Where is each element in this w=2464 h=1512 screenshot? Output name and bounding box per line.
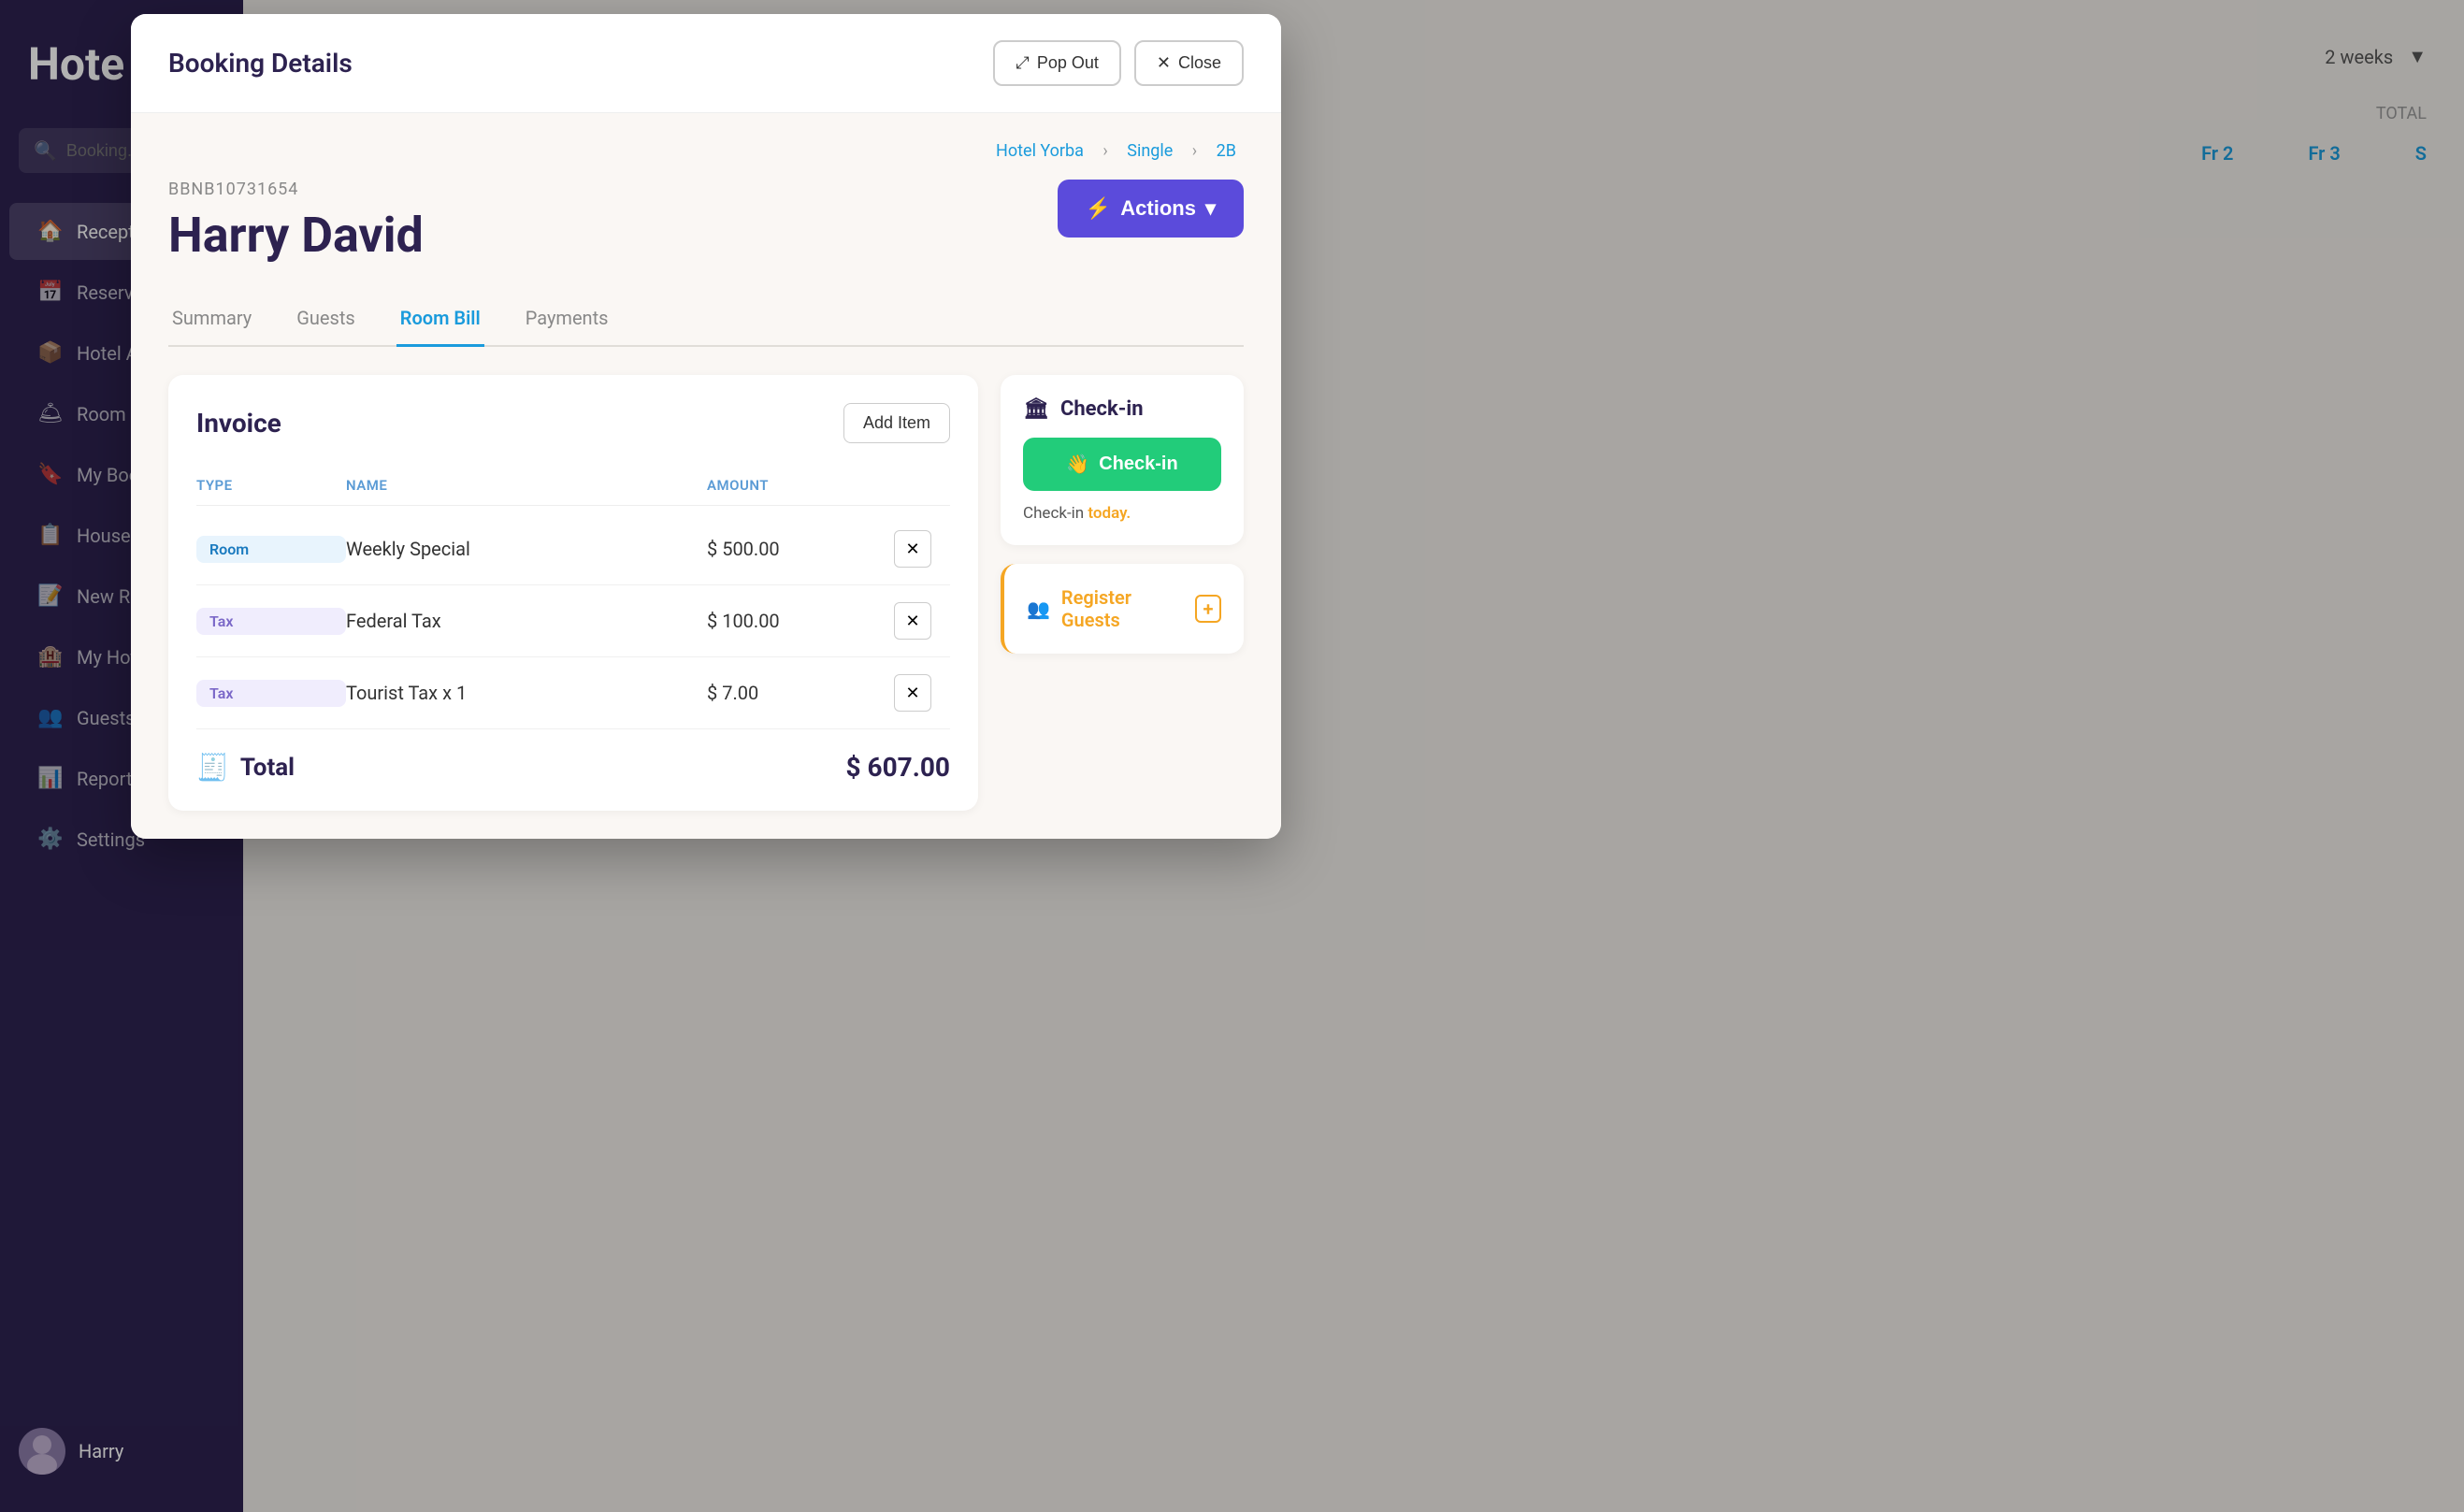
pop-out-icon: ⤢ <box>1016 53 1029 73</box>
col-amount: AMOUNT <box>707 477 894 494</box>
register-guests-card[interactable]: 👥 Register Guests + <box>1001 564 1244 654</box>
item-amount: $ 7.00 <box>707 682 894 704</box>
dropdown-icon: ▾ <box>1205 196 1216 221</box>
breadcrumb-sep2: › <box>1192 141 1202 161</box>
type-badge-tax: Tax <box>196 608 346 635</box>
col-action <box>894 477 950 494</box>
lightning-icon: ⚡ <box>1086 196 1111 221</box>
booking-name: Harry David <box>168 207 424 264</box>
invoice-table-header: TYPE NAME AMOUNT <box>196 466 950 506</box>
invoice-table: TYPE NAME AMOUNT Room Weekly Special $ 5… <box>196 466 950 783</box>
modal-body: Hotel Yorba › Single › 2B BBNB10731654 H… <box>131 113 1281 839</box>
modal-header: Booking Details ⤢ Pop Out ✕ Close <box>131 14 1281 113</box>
remove-row-button[interactable]: ✕ <box>894 674 931 712</box>
pop-out-button[interactable]: ⤢ Pop Out <box>993 40 1120 86</box>
total-label: Total <box>240 754 295 782</box>
total-icon: 🧾 <box>196 752 229 783</box>
hand-icon: 👋 <box>1066 453 1089 476</box>
guests-register-icon: 👥 <box>1027 598 1050 620</box>
checkin-button-label: Check-in <box>1099 454 1177 475</box>
invoice-card: Invoice Add Item TYPE NAME AMOUNT Room W… <box>168 375 978 811</box>
item-amount: $ 500.00 <box>707 538 894 560</box>
checkin-today: today. <box>1088 504 1131 523</box>
actions-label: Actions <box>1120 196 1196 221</box>
item-name: Federal Tax <box>346 610 707 632</box>
register-guests-link[interactable]: 👥 Register Guests + <box>1027 586 1221 631</box>
register-label: Register Guests <box>1061 586 1184 631</box>
remove-row-button[interactable]: ✕ <box>894 602 931 640</box>
add-item-button[interactable]: Add Item <box>843 403 950 443</box>
tab-room-bill[interactable]: Room Bill <box>396 292 484 347</box>
remove-row-button[interactable]: ✕ <box>894 530 931 568</box>
register-plus-icon: + <box>1195 595 1221 623</box>
type-badge-tax: Tax <box>196 680 346 707</box>
col-type: TYPE <box>196 477 346 494</box>
booking-id: BBNB10731654 <box>168 180 424 199</box>
tab-guests[interactable]: Guests <box>293 292 358 347</box>
checkin-icon: 🏛 <box>1023 397 1049 421</box>
booking-details-modal: Booking Details ⤢ Pop Out ✕ Close Hotel … <box>131 14 1281 839</box>
col-name: NAME <box>346 477 707 494</box>
tab-summary[interactable]: Summary <box>168 292 255 347</box>
content-row: Invoice Add Item TYPE NAME AMOUNT Room W… <box>168 375 1244 811</box>
item-amount: $ 100.00 <box>707 610 894 632</box>
right-panel: 🏛 Check-in 👋 Check-in Check-in today. 👥 <box>1001 375 1244 811</box>
breadcrumb-hotel[interactable]: Hotel Yorba <box>996 141 1084 161</box>
table-row: Tax Federal Tax $ 100.00 ✕ <box>196 585 950 657</box>
tab-payments[interactable]: Payments <box>522 292 612 347</box>
type-badge-room: Room <box>196 536 346 563</box>
total-label-wrap: 🧾 Total <box>196 752 295 783</box>
checkin-title: 🏛 Check-in <box>1023 397 1221 421</box>
modal-header-buttons: ⤢ Pop Out ✕ Close <box>993 40 1244 86</box>
close-label: Close <box>1178 53 1221 73</box>
checkin-card: 🏛 Check-in 👋 Check-in Check-in today. <box>1001 375 1244 545</box>
item-name: Weekly Special <box>346 538 707 560</box>
modal-title: Booking Details <box>168 48 353 79</box>
breadcrumb-type[interactable]: Single <box>1127 141 1173 161</box>
table-row: Room Weekly Special $ 500.00 ✕ <box>196 513 950 585</box>
checkin-button[interactable]: 👋 Check-in <box>1023 438 1221 491</box>
breadcrumb-sep1: › <box>1102 141 1112 161</box>
booking-tabs: Summary Guests Room Bill Payments <box>168 292 1244 347</box>
total-amount: $ 607.00 <box>846 752 950 783</box>
invoice-title: Invoice <box>196 408 281 439</box>
breadcrumb: Hotel Yorba › Single › 2B <box>168 141 1244 161</box>
checkin-note: Check-in today. <box>1023 504 1221 523</box>
total-row: 🧾 Total $ 607.00 <box>196 729 950 783</box>
close-button[interactable]: ✕ Close <box>1134 40 1244 86</box>
table-row: Tax Tourist Tax x 1 $ 7.00 ✕ <box>196 657 950 729</box>
actions-button[interactable]: ⚡ Actions ▾ <box>1058 180 1244 238</box>
item-name: Tourist Tax x 1 <box>346 682 707 704</box>
invoice-card-header: Invoice Add Item <box>196 403 950 443</box>
close-icon: ✕ <box>1157 53 1171 73</box>
booking-info: BBNB10731654 Harry David <box>168 180 424 264</box>
booking-header: BBNB10731654 Harry David ⚡ Actions ▾ <box>168 180 1244 264</box>
breadcrumb-room[interactable]: 2B <box>1217 141 1236 161</box>
pop-out-label: Pop Out <box>1037 53 1099 73</box>
